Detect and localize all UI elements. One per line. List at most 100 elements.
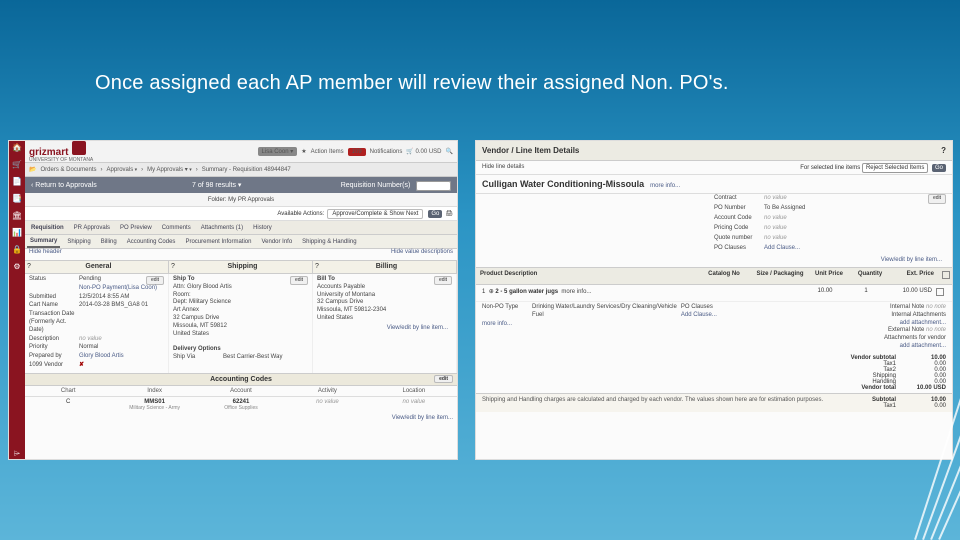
line-moreinfo2[interactable]: more info...: [482, 321, 681, 329]
print-icon[interactable]: 🖨: [445, 210, 453, 217]
select-all-checkbox[interactable]: [942, 271, 950, 279]
billing-viewedit-link[interactable]: View/edit by line item...: [317, 323, 452, 335]
go-button-right[interactable]: Go: [932, 164, 946, 172]
subtab-sh[interactable]: Shipping & Handling: [299, 237, 359, 247]
shipping-col: edit Ship To Attn: Glory Blood Artis Roo…: [169, 274, 313, 373]
subtab-proc[interactable]: Procurement Information: [182, 237, 254, 247]
tab-history[interactable]: History: [249, 223, 276, 233]
right-footer: Shipping and Handling charges are calcul…: [476, 393, 952, 412]
subtab-summary[interactable]: Summary: [27, 236, 60, 248]
billing-edit-button[interactable]: edit: [434, 276, 452, 285]
for-selected-select[interactable]: Reject Selected Items: [862, 163, 928, 173]
sub-tabs: Summary Shipping Billing Accounting Code…: [25, 235, 457, 249]
left-screenshot: 🏠 🛒 📄 📑 🏛 📊 🔒 ⚙ ⌲ grizmart UNIVERSITY OF…: [8, 140, 458, 460]
hide-row: Hide header Hide value descriptions: [25, 249, 457, 260]
triple-header: General ? Shipping ? Billing ?: [25, 260, 457, 274]
cart-icon[interactable]: 🛒: [12, 160, 22, 169]
vendor-moreinfo[interactable]: more info...: [650, 183, 680, 189]
add-int-attachment[interactable]: add attachment...: [813, 320, 946, 328]
subtab-vendor[interactable]: Vendor Info: [258, 237, 295, 247]
footer-message: Shipping and Handling charges are calcul…: [482, 397, 826, 409]
sidebar: 🏠 🛒 📄 📑 🏛 📊 🔒 ⚙ ⌲: [9, 141, 25, 459]
vendor-detail-left: [482, 194, 714, 267]
crumb-b[interactable]: Approvals: [107, 167, 138, 173]
search-icon[interactable]: 🔍: [446, 148, 453, 155]
cart-total[interactable]: 🛒 0.00 USD: [406, 148, 441, 155]
crumb-d: Summary - Requisition 48944847: [202, 167, 291, 173]
expand-icon[interactable]: ⊕: [489, 289, 494, 295]
tab-requisition[interactable]: Requisition: [27, 223, 68, 233]
right-screenshot: Vendor / Line Item Details? Hide line de…: [475, 140, 953, 460]
home-icon[interactable]: 🏠: [12, 143, 22, 152]
hide-values-link[interactable]: Hide value descriptions: [391, 249, 453, 260]
result-counter[interactable]: 7 of 98 results ▾: [192, 181, 241, 189]
right-controls-row: Hide line details For selected line item…: [476, 161, 952, 175]
product-header: Product Description Catalog No Size / Pa…: [476, 267, 952, 285]
user-menu[interactable]: Lisa Coon ▾: [258, 147, 298, 156]
subtab-billing[interactable]: Billing: [98, 237, 120, 247]
vendor-totals: Vendor subtotal10.00 Tax10.00 Tax20.00 S…: [476, 353, 952, 393]
accounting-viewedit-link[interactable]: View/edit by line item...: [25, 413, 457, 423]
req-num-value[interactable]: 48944847: [416, 181, 451, 191]
vendor-viewedit-link[interactable]: View/edit by line item...: [714, 254, 946, 267]
tab-comments[interactable]: Comments: [158, 223, 195, 233]
settings-icon[interactable]: ⚙: [13, 262, 20, 271]
folder-row: Folder: My PR Approvals: [25, 193, 457, 207]
main-tabs: Requisition PR Approvals PO Preview Comm…: [25, 221, 457, 235]
return-bar: ‹ Return to Approvals 7 of 98 results ▾ …: [25, 177, 457, 193]
actions-select[interactable]: Approve/Complete & Show Next: [327, 209, 423, 219]
hide-header-link[interactable]: Hide header: [29, 249, 62, 260]
product-row: 1 ⊕ 2 - 5 gallon water jugs more info...…: [476, 285, 952, 302]
subtab-shipping[interactable]: Shipping: [64, 237, 93, 247]
req-num-label: Requisition Number(s): [341, 182, 411, 189]
action-items-count: 109: [348, 148, 366, 156]
accounting-columns: Chart Index Account Activity Location: [25, 386, 457, 397]
catalog-icon[interactable]: 📑: [12, 194, 22, 203]
crumb-a[interactable]: Orders & Documents: [40, 167, 96, 173]
brand-subtext: UNIVERSITY OF MONTANA: [29, 157, 93, 163]
back-to-approvals[interactable]: ‹ Return to Approvals: [31, 182, 97, 189]
hide-line-details[interactable]: Hide line details: [482, 164, 524, 172]
tree-icon[interactable]: 📂: [29, 166, 36, 173]
help-icon[interactable]: ⌲: [14, 449, 20, 459]
add-clause-link[interactable]: Add Clause...: [681, 312, 814, 320]
accounting-header: Accounting Codes edit: [25, 373, 457, 386]
go-button[interactable]: Go: [428, 210, 442, 218]
right-title: Vendor / Line Item Details?: [476, 141, 952, 161]
vendor-header: Culligan Water Conditioning-Missoula mor…: [476, 175, 952, 194]
accounting-edit-button[interactable]: edit: [434, 375, 453, 383]
help-icon[interactable]: ?: [941, 146, 946, 155]
vendor-detail-right: edit Contractno value PO NumberTo Be Ass…: [714, 194, 946, 267]
shipping-edit-button[interactable]: edit: [290, 276, 308, 285]
reports-icon[interactable]: 📊: [12, 228, 22, 237]
subtab-acc[interactable]: Accounting Codes: [124, 237, 179, 247]
brand-text: grizmart: [29, 147, 68, 158]
star-icon[interactable]: ★: [301, 148, 306, 155]
actions-label: Available Actions:: [277, 211, 324, 217]
logo: grizmart UNIVERSITY OF MONTANA: [29, 141, 93, 163]
for-selected-label: For selected line items: [800, 165, 860, 171]
general-edit-button[interactable]: edit: [146, 276, 164, 285]
action-items-link[interactable]: Action Items: [311, 149, 344, 155]
breadcrumb: 📂 Orders & Documents › Approvals › My Ap…: [25, 163, 457, 177]
accounting-row: C MMS01Military Science - Army 62241Offi…: [25, 397, 457, 413]
crumb-c[interactable]: My Approvals ▾: [147, 166, 192, 173]
orders-icon[interactable]: 📄: [12, 177, 22, 186]
billing-col: edit Bill To Accounts Payable University…: [313, 274, 457, 373]
topnav-right: Lisa Coon ▾ ★ Action Items 109 Notificat…: [258, 147, 453, 156]
notifications-link[interactable]: Notifications: [370, 149, 403, 155]
griz-paw-icon: [72, 141, 86, 155]
line-moreinfo[interactable]: more info...: [561, 289, 591, 295]
bank-icon[interactable]: 🏛: [12, 211, 22, 220]
tab-attachments[interactable]: Attachments (1): [197, 223, 247, 233]
tab-po-preview[interactable]: PO Preview: [116, 223, 156, 233]
tab-pr-approvals[interactable]: PR Approvals: [70, 223, 114, 233]
hdr-billing: Billing ?: [313, 261, 457, 273]
slide-caption: Once assigned each AP member will review…: [95, 72, 729, 95]
vendor-edit-button[interactable]: edit: [928, 194, 946, 204]
admin-icon[interactable]: 🔒: [12, 245, 22, 254]
hdr-general: General ?: [25, 261, 169, 273]
general-col: edit StatusPending Non-PO Payment(Lisa C…: [25, 274, 169, 373]
add-ext-attachment[interactable]: add attachment...: [813, 343, 946, 351]
line-checkbox[interactable]: [936, 288, 944, 296]
